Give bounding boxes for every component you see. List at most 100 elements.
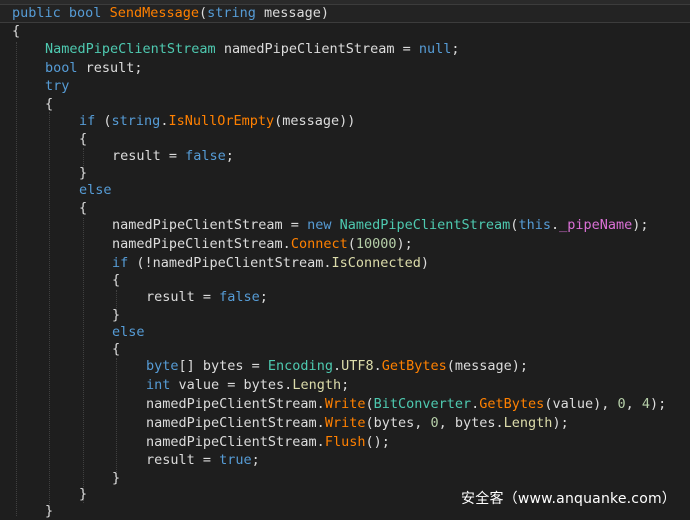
code-text: ); [650, 396, 667, 412]
code-text: . [550, 217, 560, 233]
code-editor[interactable]: public bool SendMessage(string message) … [0, 0, 690, 519]
code-text: message) [255, 5, 330, 21]
keyword: true [219, 452, 252, 468]
brace: { [45, 96, 54, 112]
brace: } [112, 307, 121, 323]
keyword: int [146, 377, 171, 393]
property-name: Length [292, 377, 342, 393]
code-line-23[interactable]: namedPipeClientStream.Write(BitConverter… [0, 395, 690, 413]
brace: { [112, 272, 121, 288]
code-line-8[interactable]: { [0, 130, 690, 148]
code-text: (!namedPipeClientStream. [128, 255, 332, 271]
code-text: result = [146, 452, 220, 468]
code-text: , [625, 396, 642, 412]
property-name: UTF8 [341, 358, 374, 374]
code-text: . [373, 358, 382, 374]
code-line-17[interactable]: result = false; [0, 288, 690, 306]
code-line-9[interactable]: result = false; [0, 147, 690, 165]
brace: } [112, 470, 121, 486]
code-text: result = [112, 148, 186, 164]
code-text: ; [259, 289, 268, 305]
code-text: ( [95, 113, 112, 129]
code-text: . [332, 358, 342, 374]
code-text: ; [451, 41, 460, 57]
site-watermark: 安全客（www.anquanke.com） [461, 491, 676, 507]
code-text: namedPipeClientStream. [146, 396, 325, 412]
keyword: string [207, 5, 256, 21]
code-text: namedPipeClientStream. [146, 415, 325, 431]
code-text: (message); [446, 358, 529, 374]
code-text: namedPipeClientStream. [146, 434, 325, 450]
brace: } [45, 503, 54, 519]
keyword: if [112, 255, 129, 271]
code-line-6[interactable]: { [0, 95, 690, 113]
code-line-5[interactable]: try [0, 77, 690, 95]
code-line-24[interactable]: namedPipeClientStream.Write(bytes, 0, by… [0, 414, 690, 432]
method-name: GetBytes [381, 358, 447, 374]
number-literal: 10000 [355, 236, 397, 252]
method-name: Write [324, 415, 366, 431]
keyword: this [518, 217, 551, 233]
method-name: IsNullOrEmpty [168, 113, 275, 129]
type-name: BitConverter [373, 396, 472, 412]
code-line-1[interactable]: public bool SendMessage(string message) [0, 4, 690, 23]
type-name: Encoding [267, 358, 333, 374]
code-line-20[interactable]: { [0, 340, 690, 358]
method-name: Write [324, 396, 366, 412]
brace: } [79, 165, 88, 181]
code-line-19[interactable]: else [0, 323, 690, 341]
code-text: (message)) [274, 113, 356, 129]
method-name: Connect [290, 236, 348, 252]
code-line-25[interactable]: namedPipeClientStream.Flush(); [0, 433, 690, 451]
code-text: namedPipeClientStream. [112, 236, 291, 252]
code-line-4[interactable]: bool result; [0, 59, 690, 77]
code-text: [] bytes = [178, 358, 268, 374]
code-line-16[interactable]: { [0, 271, 690, 289]
code-text: (bytes, [365, 415, 431, 431]
number-literal: 0 [617, 396, 626, 412]
code-text: namedPipeClientStream = [112, 217, 308, 233]
code-line-21[interactable]: byte[] bytes = Encoding.UTF8.GetBytes(me… [0, 357, 690, 375]
code-line-13[interactable]: namedPipeClientStream = new NamedPipeCli… [0, 216, 690, 234]
code-text: ; [251, 452, 260, 468]
code-line-14[interactable]: namedPipeClientStream.Connect(10000); [0, 235, 690, 253]
keyword: false [219, 289, 260, 305]
keyword: public [12, 5, 61, 21]
brace: { [79, 200, 88, 216]
number-literal: 0 [430, 415, 439, 431]
code-text: (value), [544, 396, 618, 412]
keyword: if [79, 113, 96, 129]
method-name: SendMessage [109, 5, 199, 21]
keyword: null [418, 41, 452, 57]
code-line-7[interactable]: if (string.IsNullOrEmpty(message)) [0, 112, 690, 130]
code-line-22[interactable]: int value = bytes.Length; [0, 376, 690, 394]
code-line-2[interactable]: { [0, 22, 690, 40]
code-text: ); [632, 217, 649, 233]
keyword: bool [45, 60, 78, 76]
paren: ( [198, 5, 208, 21]
keyword: else [79, 182, 112, 198]
code-line-12[interactable]: { [0, 199, 690, 217]
code-line-3[interactable]: NamedPipeClientStream namedPipeClientStr… [0, 40, 690, 58]
property-name: IsConnected [331, 255, 421, 271]
property-name: Length [503, 415, 553, 431]
keyword: bool [68, 5, 102, 21]
method-name: GetBytes [479, 396, 545, 412]
keyword: else [112, 324, 145, 340]
code-line-26[interactable]: result = true; [0, 451, 690, 469]
keyword: try [45, 78, 70, 94]
number-literal: 4 [641, 396, 651, 412]
code-line-15[interactable]: if (!namedPipeClientStream.IsConnected) [0, 254, 690, 272]
code-line-10[interactable]: } [0, 164, 690, 182]
code-text: ); [552, 415, 569, 431]
code-line-11[interactable]: else [0, 181, 690, 199]
code-line-18[interactable]: } [0, 306, 690, 324]
code-text: value = bytes. [170, 377, 293, 393]
code-text: result = [146, 289, 220, 305]
brace: { [12, 23, 21, 39]
code-text: ); [396, 236, 413, 252]
method-name: Flush [324, 434, 366, 450]
keyword: byte [146, 358, 179, 374]
brace: { [79, 131, 88, 147]
